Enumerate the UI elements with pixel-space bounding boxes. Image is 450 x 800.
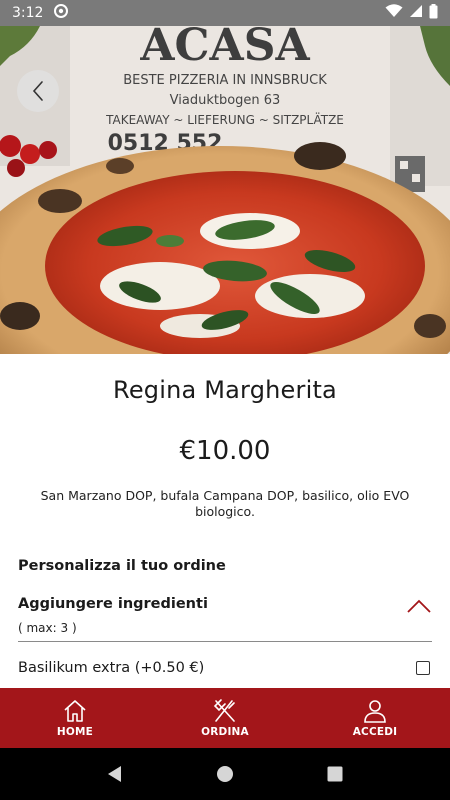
user-icon <box>364 700 386 723</box>
sign-line3: TAKEAWAY ~ LIEFERUNG ~ SITZPLÄTZE <box>105 112 344 127</box>
back-button[interactable] <box>17 70 59 112</box>
status-time: 3:12 <box>12 5 44 21</box>
battery-icon <box>429 3 438 23</box>
sign-line2: Viaduktbogen 63 <box>170 93 281 108</box>
fork-knife-icon <box>213 699 235 722</box>
triangle-back-icon <box>108 766 121 782</box>
product-description: San Marzano DOP, bufala Campana DOP, bas… <box>40 488 410 519</box>
option-label: Basilikum extra (+0.50 €) <box>18 660 205 676</box>
home-icon <box>64 700 86 722</box>
status-bar: 3:12 <box>0 0 450 26</box>
sign-line1: BESTE PIZZERIA IN INNSBRUCK <box>123 73 327 88</box>
ingredients-group-header[interactable]: Aggiungere ingredienti ( max: 3 ) <box>18 592 432 642</box>
nav-home[interactable]: HOME <box>0 688 150 748</box>
sign-name: ACASA <box>139 26 310 71</box>
notification-icon <box>53 3 69 23</box>
wifi-icon <box>385 4 403 22</box>
chevron-up-icon[interactable] <box>406 598 432 614</box>
signal-icon <box>409 4 423 22</box>
square-recents-icon <box>327 766 343 782</box>
chevron-left-icon <box>32 81 43 101</box>
status-icons <box>385 3 438 23</box>
nav-accedi[interactable]: ACCEDI <box>300 688 450 748</box>
product-title: Regina Margherita <box>113 376 337 404</box>
product-price: €10.00 <box>179 436 271 466</box>
bottom-navigation: HOME ORDINA ACCEDI <box>0 688 450 748</box>
system-recents-button[interactable] <box>315 754 355 794</box>
option-basilikum-extra[interactable]: Basilikum extra (+0.50 €) <box>18 654 432 682</box>
product-details: Regina Margherita €10.00 San Marzano DOP… <box>0 354 450 688</box>
nav-home-label: HOME <box>56 726 94 738</box>
customize-section-title: Personalizza il tuo ordine <box>18 558 226 574</box>
system-home-button[interactable] <box>205 754 245 794</box>
nav-accedi-label: ACCEDI <box>352 726 398 738</box>
nav-ordina[interactable]: ORDINA <box>150 688 300 748</box>
option-checkbox[interactable] <box>416 661 430 675</box>
system-navigation <box>0 748 450 800</box>
ingredients-group-max: ( max: 3 ) <box>18 621 77 635</box>
ingredients-group-title: Aggiungere ingredienti <box>18 596 208 612</box>
product-image: ACASA BESTE PIZZERIA IN INNSBRUCK Viaduk… <box>0 26 450 354</box>
nav-ordina-label: ORDINA <box>201 726 249 738</box>
system-back-button[interactable] <box>95 754 135 794</box>
circle-home-icon <box>217 766 233 782</box>
